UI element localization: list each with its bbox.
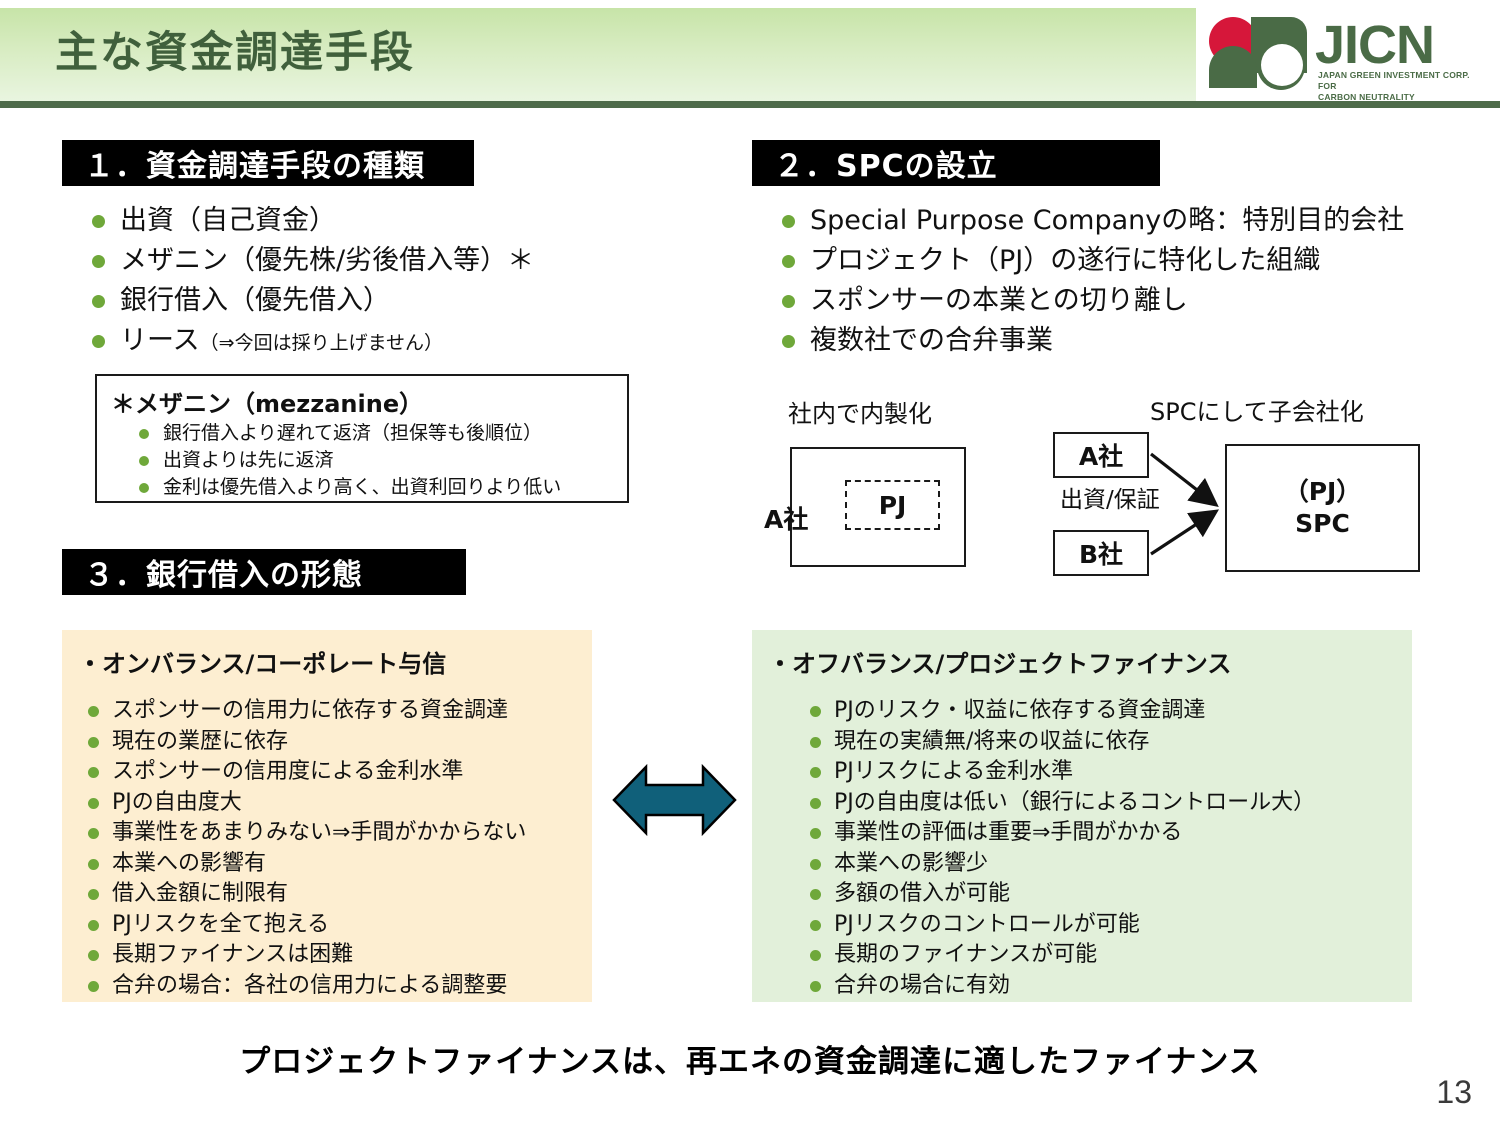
offbalance-title: ・オフバランス/プロジェクトファイナンス [768, 650, 1232, 678]
header-rule [0, 101, 1500, 108]
diagram-spc-box: （PJ） SPC [1225, 444, 1420, 572]
list-item: 出資（自己資金） [86, 202, 706, 239]
comparison-double-arrow-icon [612, 763, 737, 837]
section-header-1: １．資金調達手段の種類 [62, 140, 474, 186]
list-item-text: 銀行借入（優先借入） [120, 285, 390, 316]
section-header-2: ２．SPCの設立 [752, 140, 1160, 186]
logo-tagline-line2: CARBON NEUTRALITY [1318, 92, 1415, 102]
diagram-company-a-outer-label: A社 [764, 505, 809, 534]
onbalance-panel: ・オンバランス/コーポレート与信 スポンサーの信用力に依存する資金調達 現在の業… [62, 630, 592, 1002]
list-item-text: リース [120, 325, 200, 356]
onbalance-title: ・オンバランス/コーポレート与信 [78, 650, 447, 678]
list-item: 本業への影響少 [802, 849, 1402, 880]
diagram-company-b-box: B社 [1053, 530, 1149, 576]
diagram-caption-internal: 社内で内製化 [788, 400, 932, 428]
list-item: メザニン（優先株/劣後借入等）＊ [86, 242, 706, 279]
offbalance-panel: ・オフバランス/プロジェクトファイナンス PJのリスク・収益に依存する資金調達 … [752, 630, 1412, 1002]
list-item-text: メザニン（優先株/劣後借入等）＊ [120, 245, 535, 276]
diagram-pj-dashed-box: PJ [845, 480, 940, 530]
list-item: 銀行借入（優先借入） [86, 282, 706, 319]
section-header-3: ３．銀行借入の形態 [62, 549, 466, 595]
conclusion-text: プロジェクトファイナンスは、再エネの資金調達に適したファイナンス [239, 1044, 1261, 1080]
list-item: 合弁の場合：各社の信用力による調整要 [80, 971, 590, 1002]
diagram-arrow-label: 出資/保証 [1060, 487, 1160, 513]
list-item: 合弁の場合に有効 [802, 971, 1402, 1002]
list-item: 銀行借入より遅れて返済（担保等も後順位） [131, 420, 621, 447]
logo-green-lobe-icon [1209, 46, 1257, 88]
list-item: 本業への影響有 [80, 849, 590, 880]
diagram-spc-line2: SPC [1295, 509, 1350, 538]
list-item: 多額の借入が可能 [802, 879, 1402, 910]
list-item: 現在の業歴に依存 [80, 727, 590, 758]
slide-canvas: 主な資金調達手段 JICN JAPAN GREEN INVESTMENT COR… [0, 0, 1500, 1125]
list-item: プロジェクト（PJ）の遂行に特化した組織 [776, 242, 1466, 279]
mezzanine-note-box: ＊メザニン（mezzanine） 銀行借入より遅れて返済（担保等も後順位） 出資… [95, 374, 629, 503]
list-item: 金利は優先借入より高く、出資利回りより低い [131, 474, 621, 501]
list-item: PJリスクによる金利水準 [802, 757, 1402, 788]
logo-white-circle-icon [1261, 44, 1303, 86]
diagram-caption-spc: SPCにして子会社化 [1150, 398, 1364, 426]
list-item: 出資よりは先に返済 [131, 447, 621, 474]
list-item: PJリスクを全て抱える [80, 910, 590, 941]
list-item: 事業性をあまりみない⇒手間がかからない [80, 818, 590, 849]
list-item: 借入金額に制限有 [80, 879, 590, 910]
diagram-spc-line1: （PJ） [1283, 477, 1362, 506]
list-item: 長期ファイナンスは困難 [80, 940, 590, 971]
list-item-note: （⇒今回は採り上げません） [199, 332, 444, 354]
page-number: 13 [1436, 1074, 1472, 1110]
spc-description-list: Special Purpose Companyの略：特別目的会社 プロジェクト（… [776, 202, 1466, 362]
logo-tagline-line1: JAPAN GREEN INVESTMENT CORP. FOR [1318, 70, 1470, 91]
funding-types-list: 出資（自己資金） メザニン（優先株/劣後借入等）＊ 銀行借入（優先借入） リース… [86, 202, 706, 365]
list-item: 事業性の評価は重要⇒手間がかかる [802, 818, 1402, 849]
jicn-logo: JICN JAPAN GREEN INVESTMENT CORP. FOR CA… [1203, 12, 1475, 102]
list-item: 複数社での合弁事業 [776, 322, 1466, 359]
diagram-company-a-box: A社 [1053, 432, 1149, 478]
list-item-text: 出資（自己資金） [120, 205, 336, 236]
list-item: スポンサーの信用力に依存する資金調達 [80, 696, 590, 727]
list-item: PJのリスク・収益に依存する資金調達 [802, 696, 1402, 727]
mezzanine-title: ＊メザニン（mezzanine） [111, 390, 424, 418]
logo-wordmark: JICN [1315, 15, 1435, 75]
spc-structure-diagram: 社内で内製化 SPCにして子会社化 A社 PJ A社 B社 出資/保証 （PJ）… [760, 392, 1460, 588]
list-item: PJの自由度は低い（銀行によるコントロール大） [802, 788, 1402, 819]
offbalance-list: PJのリスク・収益に依存する資金調達 現在の実績無/将来の収益に依存 PJリスク… [802, 696, 1402, 1001]
list-item: PJの自由度大 [80, 788, 590, 819]
list-item: スポンサーの本業との切り離し [776, 282, 1466, 319]
list-item: スポンサーの信用度による金利水準 [80, 757, 590, 788]
list-item: リース（⇒今回は採り上げません） [86, 322, 706, 362]
onbalance-list: スポンサーの信用力に依存する資金調達 現在の業歴に依存 スポンサーの信用度による… [80, 696, 590, 1001]
list-item: 現在の実績無/将来の収益に依存 [802, 727, 1402, 758]
list-item: Special Purpose Companyの略：特別目的会社 [776, 202, 1466, 239]
list-item: 長期のファイナンスが可能 [802, 940, 1402, 971]
logo-tagline: JAPAN GREEN INVESTMENT CORP. FOR CARBON … [1318, 70, 1478, 103]
mezzanine-list: 銀行借入より遅れて返済（担保等も後順位） 出資よりは先に返済 金利は優先借入より… [131, 420, 621, 501]
page-title: 主な資金調達手段 [55, 28, 415, 78]
list-item: PJリスクのコントロールが可能 [802, 910, 1402, 941]
